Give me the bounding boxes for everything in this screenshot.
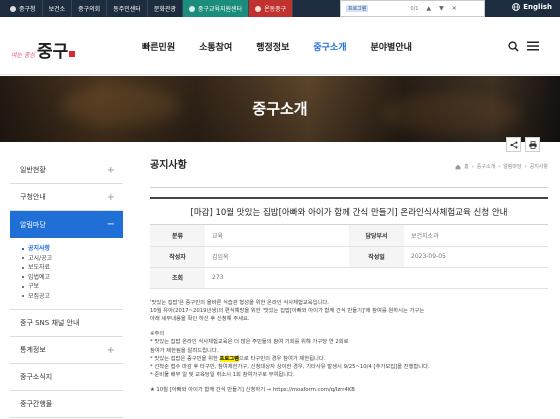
nav-about-junggu[interactable]: 중구소개 [313,40,346,53]
meta-label: 분류 [150,225,205,247]
plus-icon: + [106,164,115,176]
print-button[interactable] [525,137,540,152]
nav-participation[interactable]: 소통참여 [199,40,232,53]
submenu-announcement[interactable]: 고시/공고 [22,254,123,264]
body-paragraph: 아래 세부내용을 확인 하신 후 신청해 주세요. [150,315,250,322]
note-item: * 선착순 접수 마감 후 타구민, 참여제한가구, 신청대상자 상이한 경우,… [150,363,430,370]
submenu-recruitment[interactable]: 모집공고 [22,292,123,302]
sidebar: 일반현황 + 구청안내 + 알림마당 − 공지사항 고시/공고 보도자료 입법예고 구… [10,157,123,418]
table-row: 조회 273 [150,267,548,289]
sidebar-submenu: 공지사항 고시/공고 보도자료 입법예고 구보 모집공고 [10,238,123,310]
find-bar: 프로그램 0/1 ▲ ▼ ✕ [340,0,485,17]
post-title: [마감] 10월 맛있는 집밥[아빠와 아이가 함께 간식 만들기] 온라인식사… [150,197,548,225]
meta-label: 작성일 [349,246,404,268]
note-item: 참여가 제한됨을 알려드립니다. [150,347,219,354]
meta-value: 보건지소과 [404,225,548,247]
english-link[interactable]: English [512,3,552,11]
logo-seal-icon [69,51,76,57]
topbar-link-health-center[interactable]: 보건소 [43,0,73,17]
main-content: 공지사항 홈 › 중구소개 › 알림마당 › 공지사항 [마감] 10월 맛있는 집밥… [150,152,548,395]
plus-icon: + [106,191,115,203]
site-header: 여는 중심 중구 빠른민원 소통참여 행정정보 중구소개 분야별안내 [0,17,560,75]
post-meta-table: 분류 교육 담당부서 보건지소과 작성자 김임옥 작성일 2023-09-05 … [150,225,548,289]
note-item: * 맛있는 집밥은 중구민을 위한 프로그램으로 타구민의 경우 참여가 제한됩… [150,355,326,362]
sidebar-item-sns[interactable]: 중구 SNS 채널 안내 [10,310,123,337]
breadcrumb: 홈 › 중구소개 › 알림마당 › 공지사항 [455,163,548,170]
find-input[interactable]: 프로그램 [346,5,369,12]
share-button[interactable] [506,137,521,152]
main-navigation: 빠른민원 소통참여 행정정보 중구소개 분야별안내 [142,40,436,53]
globe-icon [512,3,521,11]
meta-value: 김임옥 [205,246,349,268]
ondong-icon [255,5,262,12]
sidebar-item-statistics[interactable]: 통계정보 + [10,337,123,364]
find-count: 0/1 [410,5,419,12]
find-next-icon[interactable]: ▼ [439,5,444,12]
meta-label: 담당부서 [349,225,404,247]
meta-label: 작성자 [150,246,205,268]
submenu-notice[interactable]: 공지사항 [22,244,123,254]
search-icon[interactable] [508,41,519,52]
share-icon [509,140,518,149]
breadcrumb-item[interactable]: 중구소개 [477,163,495,170]
nav-quick-civil[interactable]: 빠른민원 [142,40,175,53]
meta-label: 조회 [150,267,205,289]
divider [150,187,548,188]
body-paragraph: '맛있는 집밥'은 중구민의 올바른 식습관 형성을 위한 온라인 식사체험교육… [150,299,329,306]
body-paragraph: 10월 유아(2017~2019년생)의 편식예방을 위한 '맛있는 집밥[아빠… [150,307,425,314]
hamburger-menu-icon[interactable] [527,41,539,51]
post-body: '맛있는 집밥'은 중구민의 올바른 식습관 형성을 위한 온라인 식사체험교육… [150,299,548,395]
nav-admin-info[interactable]: 행정정보 [256,40,289,53]
note-item: * 맛있는 집밥 온라인 식사체험교육은 더 많은 주민들의 참여 기회를 위해… [150,339,349,346]
table-row: 작성자 김임옥 작성일 2023-09-05 [150,246,548,268]
site-logo[interactable]: 여는 중심 중구 [11,37,76,62]
submenu-legislation[interactable]: 입법예고 [22,273,123,283]
meta-value: 273 [205,267,548,289]
search-highlight: 프로그램 [219,355,240,362]
note-heading: ※주의 [150,331,165,338]
print-icon [528,140,537,149]
topbar-link-junggu[interactable]: 중구청 [0,0,43,17]
breadcrumb-item[interactable]: 알림마당 [503,163,521,170]
minus-icon: − [106,219,115,230]
nav-field-guide[interactable]: 분야별안내 [371,40,412,53]
find-close-icon[interactable]: ✕ [452,5,457,12]
topbar-link-education-center[interactable]: 중구교육지원센터 [182,0,250,17]
sidebar-item-overview[interactable]: 일반현황 + [10,157,123,184]
home-icon[interactable] [455,164,461,170]
meta-value: 2023-09-05 [404,246,548,268]
topbar-link-council[interactable]: 중구의회 [72,0,108,17]
sidebar-item-notice-board[interactable]: 알림마당 − [10,211,123,238]
sidebar-item-office-guide[interactable]: 구청안내 + [10,184,123,211]
plus-icon: + [106,344,115,356]
note-item: * 준비물 배부 일 및 교육당일 취소시 1회 참여가구로 부여됩니다. [150,372,295,379]
submenu-press[interactable]: 보도자료 [22,263,123,273]
breadcrumb-item[interactable]: 홈 [464,163,469,170]
submenu-gazette[interactable]: 구보 [22,282,123,292]
topbar-link-community-center[interactable]: 동주민센터 [107,0,148,17]
home-icon [10,5,16,12]
education-icon [188,5,195,12]
hero-title: 중구소개 [252,100,308,118]
application-link[interactable]: ★ 10월 [아빠와 아이가 함께 간식 만들기] 신청하기 → https:/… [150,386,548,394]
breadcrumb-item: 공지사항 [529,164,548,170]
table-row: 분류 교육 담당부서 보건지소과 [150,225,548,247]
find-prev-icon[interactable]: ▲ [426,5,431,12]
sidebar-item-publications[interactable]: 중구간행물 [10,391,123,418]
hero-banner: 중구소개 [0,76,560,142]
topbar-link-ondong[interactable]: 온동중구 [249,0,294,17]
sidebar-item-newsletter[interactable]: 중구소식지 [10,364,123,391]
meta-value: 교육 [205,225,349,247]
topbar-link-culture-tour[interactable]: 문화관광 [148,0,183,17]
